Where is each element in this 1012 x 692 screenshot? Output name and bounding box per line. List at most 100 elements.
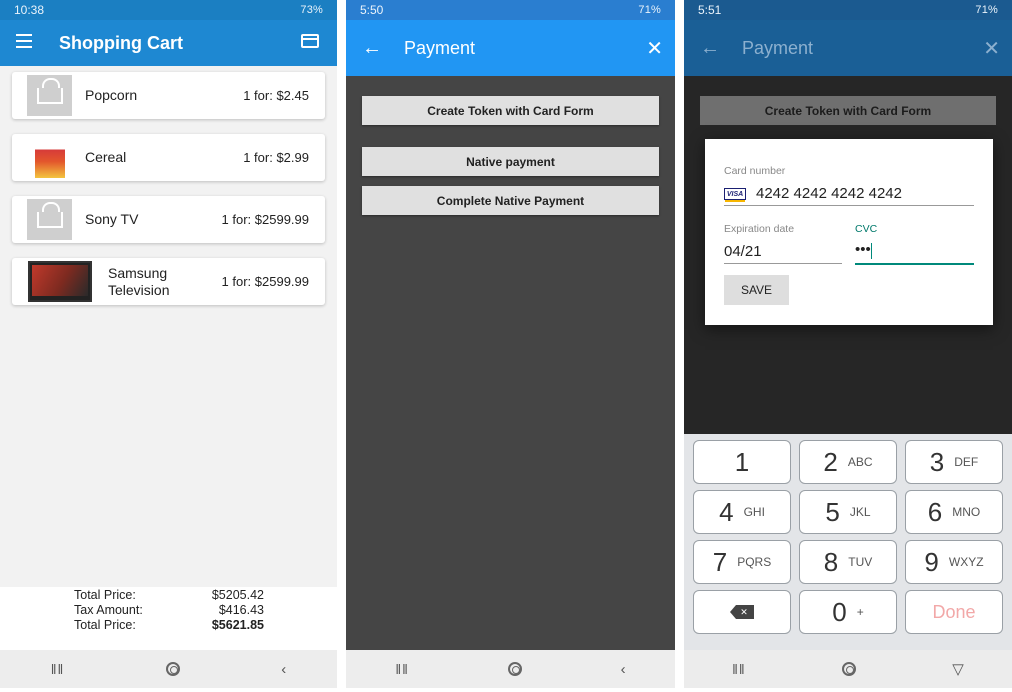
status-battery: 71% [975,4,998,16]
recent-apps-button[interactable]: ‖‖ [732,661,746,677]
expiration-input[interactable]: 04/21 [724,243,762,260]
key-digit: 7 [712,546,728,577]
home-button[interactable] [842,662,856,676]
status-bar: 5:51 71% [684,0,1012,20]
page-title: Payment [404,37,476,58]
create-token-button[interactable]: Create Token with Card Form [362,96,659,125]
numeric-keypad: 1 2 ABC 3 DEF 4 GHI 5 JKL 6 MNO 7 PQRS 8 TUV 9W… [684,434,1012,650]
key-digit: 4 [719,496,734,527]
system-nav-bar: ‖‖ ‹ [0,650,337,688]
key-letters: TUV [848,555,873,569]
key-digit: 5 [825,496,840,527]
save-button[interactable]: SAVE [724,275,789,305]
cvc-underline [855,263,974,265]
card-number-underline [724,205,974,206]
shopping-cart-screen: 10:38 73% Shopping Cart Popcorn 1 for: $… [0,0,337,688]
close-icon: ✕ [983,37,1000,60]
key-digit: 2 [823,446,838,477]
home-button[interactable] [507,662,522,676]
key-4[interactable]: 4 GHI [693,490,791,534]
product-name: Sony TV [85,211,139,227]
key-digit: 8 [823,546,839,577]
tax-label: Tax Amount: [74,603,143,617]
keyboard-hide-button[interactable]: ▽ [952,660,964,678]
key-0[interactable]: 0 + [799,590,897,634]
no-image-icon [27,75,72,116]
key-digit: 3 [929,446,945,477]
recent-apps-button[interactable]: ‖‖ [51,661,65,677]
key-7[interactable]: 7 PQRS [693,540,791,584]
system-nav-bar: ‖‖ ‹ [346,650,675,688]
credit-card-icon[interactable] [301,34,319,48]
status-bar: 5:50 71% [346,0,675,20]
key-1[interactable]: 1 [693,440,791,484]
key-letters: DEF [954,455,979,469]
done-key[interactable]: Done [905,590,1003,634]
status-time: 5:51 [698,3,722,17]
grand-total-row: Total Price: $5621.85 [74,618,264,632]
native-payment-button[interactable]: Native payment [362,147,659,176]
key-digit: 9 [924,546,939,577]
menu-icon[interactable] [16,34,32,48]
key-9[interactable]: 9 WXYZ [905,540,1003,584]
back-arrow-icon[interactable]: ← [362,37,382,60]
key-letters: + [856,605,864,619]
total-label: Total Price: [74,588,136,602]
no-image-icon [27,199,72,240]
key-letters: ABC [847,455,873,469]
key-8[interactable]: 8 TUV [799,540,897,584]
backspace-key[interactable]: ✕ [693,590,791,634]
recent-apps-button[interactable]: ‖‖ [395,661,409,677]
key-letters: JKL [849,505,871,519]
payment-screen: 5:50 71% ← Payment ✕ Create Token with C… [346,0,675,688]
status-bar: 10:38 73% [0,0,337,20]
card-number-label: Card number [724,165,786,177]
key-digit: 0 [832,596,847,627]
back-arrow-icon: ← [700,36,720,59]
cvc-input[interactable]: ••• [855,241,871,258]
backspace-icon: ✕ [730,605,754,619]
key-letters: PQRS [737,555,772,569]
product-name: Popcorn [85,87,138,103]
key-5[interactable]: 5 JKL [799,490,897,534]
expiration-label: Expiration date [724,223,795,235]
page-title: Payment [742,37,814,58]
create-token-button-dimmed: Create Token with Card Form [700,96,996,125]
key-letters: MNO [952,505,981,519]
totals-panel: Total Price: $5205.42 Tax Amount: $416.4… [0,587,337,650]
grand-total-label: Total Price: [74,618,136,632]
product-item-popcorn[interactable]: Popcorn 1 for: $2.45 [12,72,325,119]
card-number-input[interactable]: 4242 4242 4242 4242 [756,185,902,202]
tax-value: $416.43 [218,603,264,617]
home-button[interactable] [165,662,180,676]
product-item-sony-tv[interactable]: Sony TV 1 for: $2599.99 [12,196,325,243]
product-item-cereal[interactable]: Cereal 1 for: $2.99 [12,134,325,181]
expiration-underline [724,263,842,264]
back-button[interactable]: ‹ [621,661,626,678]
grand-total-value: $5621.85 [211,618,264,632]
complete-native-payment-button[interactable]: Complete Native Payment [362,186,659,215]
status-time: 10:38 [14,3,45,17]
status-battery: 71% [638,4,661,16]
product-name: Samsung Television [108,264,170,298]
tv-image [28,261,92,302]
back-button[interactable]: ‹ [281,661,286,678]
app-bar: ← Payment ✕ [684,20,1012,76]
key-3[interactable]: 3 DEF [905,440,1003,484]
key-2[interactable]: 2 ABC [799,440,897,484]
product-item-samsung-tv[interactable]: Samsung Television 1 for: $2599.99 [12,258,325,305]
total-row: Total Price: $5205.42 [74,588,264,602]
text-cursor [871,243,872,259]
app-bar: Shopping Cart [0,20,337,66]
card-form-dialog: Card number VISA 4242 4242 4242 4242 Exp… [705,139,993,325]
product-price: 1 for: $2599.99 [221,212,309,227]
product-price: 1 for: $2.45 [243,88,309,103]
visa-card-icon: VISA [724,188,746,202]
cvc-label: CVC [855,223,878,235]
page-title: Shopping Cart [59,32,183,53]
product-price: 1 for: $2.99 [243,150,309,165]
tax-row: Tax Amount: $416.43 [74,603,264,617]
close-icon[interactable]: ✕ [646,36,663,61]
key-6[interactable]: 6 MNO [905,490,1003,534]
total-value: $5205.42 [211,588,264,602]
